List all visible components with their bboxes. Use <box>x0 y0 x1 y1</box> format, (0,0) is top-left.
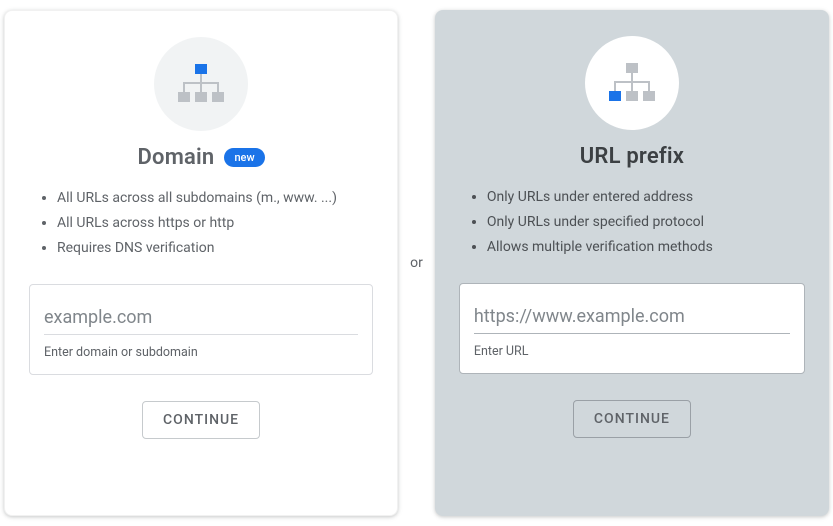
url-bullet: Only URLs under specified protocol <box>487 210 805 235</box>
network-icon <box>605 61 659 105</box>
network-icon <box>174 62 228 106</box>
domain-input[interactable] <box>44 305 358 335</box>
url-diagram-icon <box>585 36 679 130</box>
property-type-chooser: Domain new All URLs across all subdomain… <box>0 0 833 526</box>
url-helper: Enter URL <box>474 344 790 359</box>
url-input[interactable] <box>474 304 790 334</box>
domain-bullet: Requires DNS verification <box>57 236 373 261</box>
url-bullet: Only URLs under entered address <box>487 185 805 210</box>
domain-helper: Enter domain or subdomain <box>44 345 358 360</box>
domain-title-row: Domain new <box>138 145 265 170</box>
new-badge: new <box>224 148 264 167</box>
url-prefix-card[interactable]: URL prefix Only URLs under entered addre… <box>435 10 829 516</box>
domain-card[interactable]: Domain new All URLs across all subdomain… <box>4 10 398 516</box>
or-separator: or <box>398 255 435 271</box>
domain-diagram-icon <box>154 37 248 131</box>
domain-input-field[interactable]: Enter domain or subdomain <box>29 284 373 375</box>
url-input-field[interactable]: Enter URL <box>459 283 805 374</box>
url-bullets: Only URLs under entered address Only URL… <box>459 185 805 261</box>
url-title: URL prefix <box>580 144 684 169</box>
domain-bullets: All URLs across all subdomains (m., www.… <box>29 186 373 262</box>
domain-bullet: All URLs across all subdomains (m., www.… <box>57 186 373 211</box>
domain-bullet: All URLs across https or http <box>57 211 373 236</box>
domain-continue-button[interactable]: CONTINUE <box>142 401 260 439</box>
url-title-row: URL prefix <box>580 144 684 169</box>
domain-title: Domain <box>138 145 215 170</box>
url-continue-button[interactable]: CONTINUE <box>573 400 691 438</box>
url-bullet: Allows multiple verification methods <box>487 235 805 260</box>
